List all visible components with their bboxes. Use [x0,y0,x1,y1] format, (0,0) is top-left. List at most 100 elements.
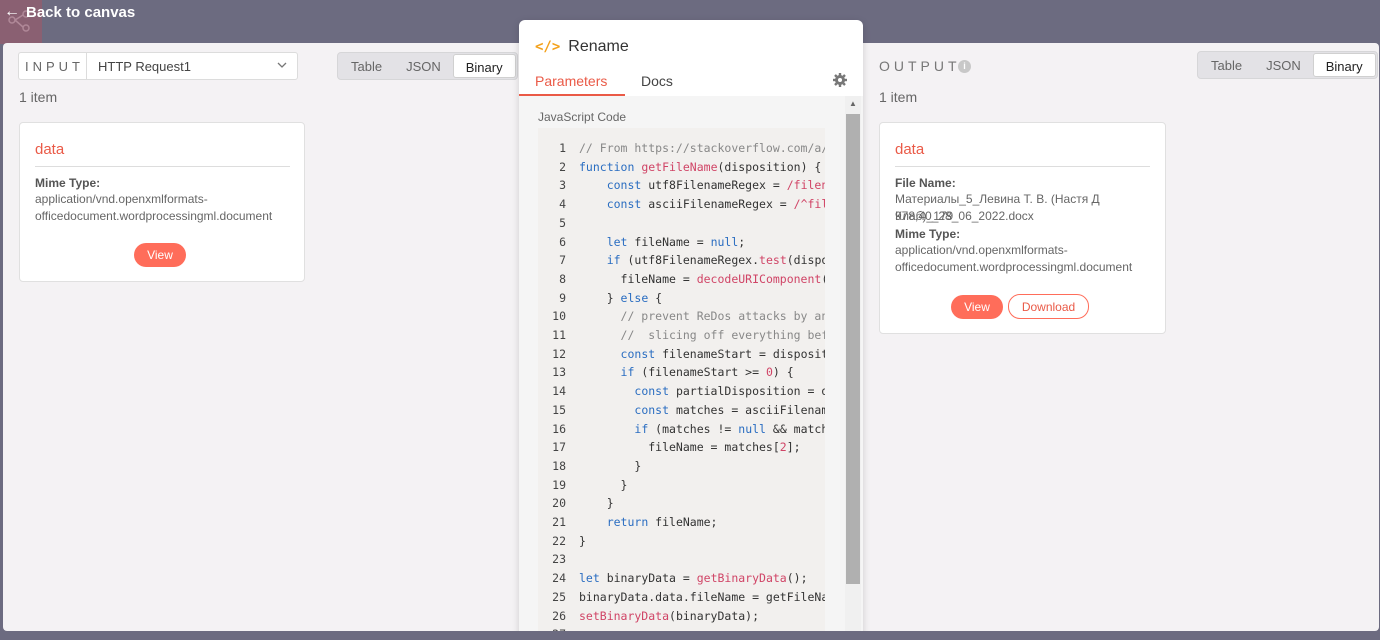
line-number: 20 [552,496,566,511]
line-number: 16 [552,421,566,436]
line-number: 11 [552,328,566,342]
output-view-button[interactable]: View [951,295,1003,319]
code-line: 21 return fileName; [538,515,717,534]
mime-type-label: Mime Type: [35,176,101,190]
divider [35,166,290,167]
code-line: 22} [538,534,586,553]
tab-parameters[interactable]: Parameters [535,73,607,89]
mime-type-value: application/vnd.openxmlformats-officedoc… [895,243,1133,274]
input-view-button[interactable]: View [134,243,186,267]
input-card-title: data [35,141,65,158]
code-line: 1 // From https://stackoverflow.com/a/6 [538,141,825,160]
line-number: 19 [552,477,566,492]
output-download-button[interactable]: Download [1008,294,1089,319]
code-field-label: JavaScript Code [538,110,627,124]
back-to-canvas-label: Back to canvas [26,3,136,21]
code-line: 18 } [538,459,641,478]
line-number: 21 [552,515,566,529]
code-text: } [579,458,642,473]
code-icon: </> [535,39,561,55]
code-text: if (utf8FilenameRegex.test(dispos [606,253,825,268]
code-line: 16 if (matches != null && matche [538,422,825,441]
code-text: } else { [579,290,663,305]
code-text: fileName = matches[2]; [579,440,801,455]
output-view-binary[interactable]: Binary [1312,53,1376,77]
code-text: } [579,477,628,492]
input-binary-card: data Mime Type: application/vnd.openxmlf… [19,122,305,282]
input-view-json[interactable]: JSON [394,54,453,78]
line-number: 1 [559,141,566,155]
code-text: let fileName = null; [606,234,746,249]
code-line: 13 if (filenameStart >= 0) { [538,365,794,384]
code-text: fileName = decodeURIComponent(u [579,271,825,286]
line-number: 10 [552,309,566,324]
output-binary-card: data File Name: Материалы_5_Левина Т. В.… [879,122,1166,334]
code-line: 5 [538,216,579,235]
line-number: 3 [559,178,566,193]
arrow-left-icon: ← [4,3,20,20]
code-line: 8 fileName = decodeURIComponent(u [538,272,825,291]
line-number: 9 [559,290,566,305]
code-text: let binaryData = getBinaryData(); [579,571,808,586]
code-line: 15 const matches = asciiFilename [538,403,825,422]
file-name-label: File Name: [895,176,956,190]
input-view-binary[interactable]: Binary [452,54,516,78]
output-item-count: 1 item [879,89,918,105]
input-view-switcher: Table JSON Binary [337,52,518,80]
scrollbar[interactable]: ▲ [845,96,861,640]
line-number: 22 [552,533,566,548]
code-text: } [579,533,586,548]
tab-docs[interactable]: Docs [641,73,673,89]
gear-icon[interactable] [832,72,848,88]
modal-tabs: Parameters Docs [519,70,863,98]
code-line: 14 const partialDisposition = di [538,384,825,403]
output-card-title: data [895,141,925,158]
mime-type-value: application/vnd.openxmlformats-officedoc… [35,192,273,223]
code-line: 26 setBinaryData(binaryData); [538,609,759,628]
code-text: if (filenameStart >= 0) { [620,365,794,380]
line-number: 2 [559,159,566,174]
input-node-select[interactable]: HTTP Request1 [86,52,298,80]
code-text: const asciiFilenameRegex = /^file [606,197,825,212]
output-panel-label: OUTPUT [879,58,961,74]
code-text: const utf8FilenameRegex = /filena [606,178,825,193]
scroll-up-arrow-icon[interactable]: ▲ [849,99,857,108]
code-text: const matches = asciiFilename [634,402,825,417]
input-item-count: 1 item [19,89,58,105]
code-line: 7 if (utf8FilenameRegex.test(dispos [538,253,825,272]
back-to-canvas-link[interactable]: ← Back to canvas [4,2,135,22]
line-number: 17 [552,440,566,455]
code-text: binaryData.data.fileName = getFileNam [579,589,825,604]
line-number: 15 [552,402,566,417]
code-line: 4 const asciiFilenameRegex = /^file [538,197,825,216]
line-number: 5 [559,215,566,230]
code-line: 24 let binaryData = getBinaryData(); [538,571,808,590]
code-line: 23 [538,552,579,571]
code-line: 10 // prevent ReDos attacks by anc [538,309,825,328]
line-number: 6 [559,234,566,249]
input-view-table[interactable]: Table [339,54,394,78]
input-panel-label: INPUT [18,52,87,80]
code-text: const filenameStart = dispositi [620,346,825,361]
output-view-table[interactable]: Table [1199,53,1254,77]
code-editor[interactable]: 1 // From https://stackoverflow.com/a/6 2 f… [538,128,825,640]
node-name[interactable]: Rename [568,38,628,56]
line-number: 14 [552,384,566,399]
code-text: // prevent ReDos attacks by anc [579,309,825,324]
parameters-pane: JavaScript Code 1 // From https://stackov… [519,96,863,640]
line-number: 12 [552,346,566,361]
code-text: // From https://stackoverflow.com/a/6 [579,141,825,155]
line-number: 23 [552,552,566,567]
divider [895,166,1150,167]
code-line: 20 } [538,496,613,515]
code-line: 6 let fileName = null; [538,235,745,254]
line-number: 26 [552,608,566,623]
modal-header: </> Rename [535,38,629,56]
output-view-json[interactable]: JSON [1254,53,1313,77]
line-number: 8 [559,271,566,286]
info-icon[interactable]: i [958,60,971,73]
mime-type-label: Mime Type: [895,227,961,241]
code-text: if (matches != null && matche [634,421,825,436]
scrollbar-thumb[interactable] [846,114,860,584]
bottom-strip [0,631,1380,640]
